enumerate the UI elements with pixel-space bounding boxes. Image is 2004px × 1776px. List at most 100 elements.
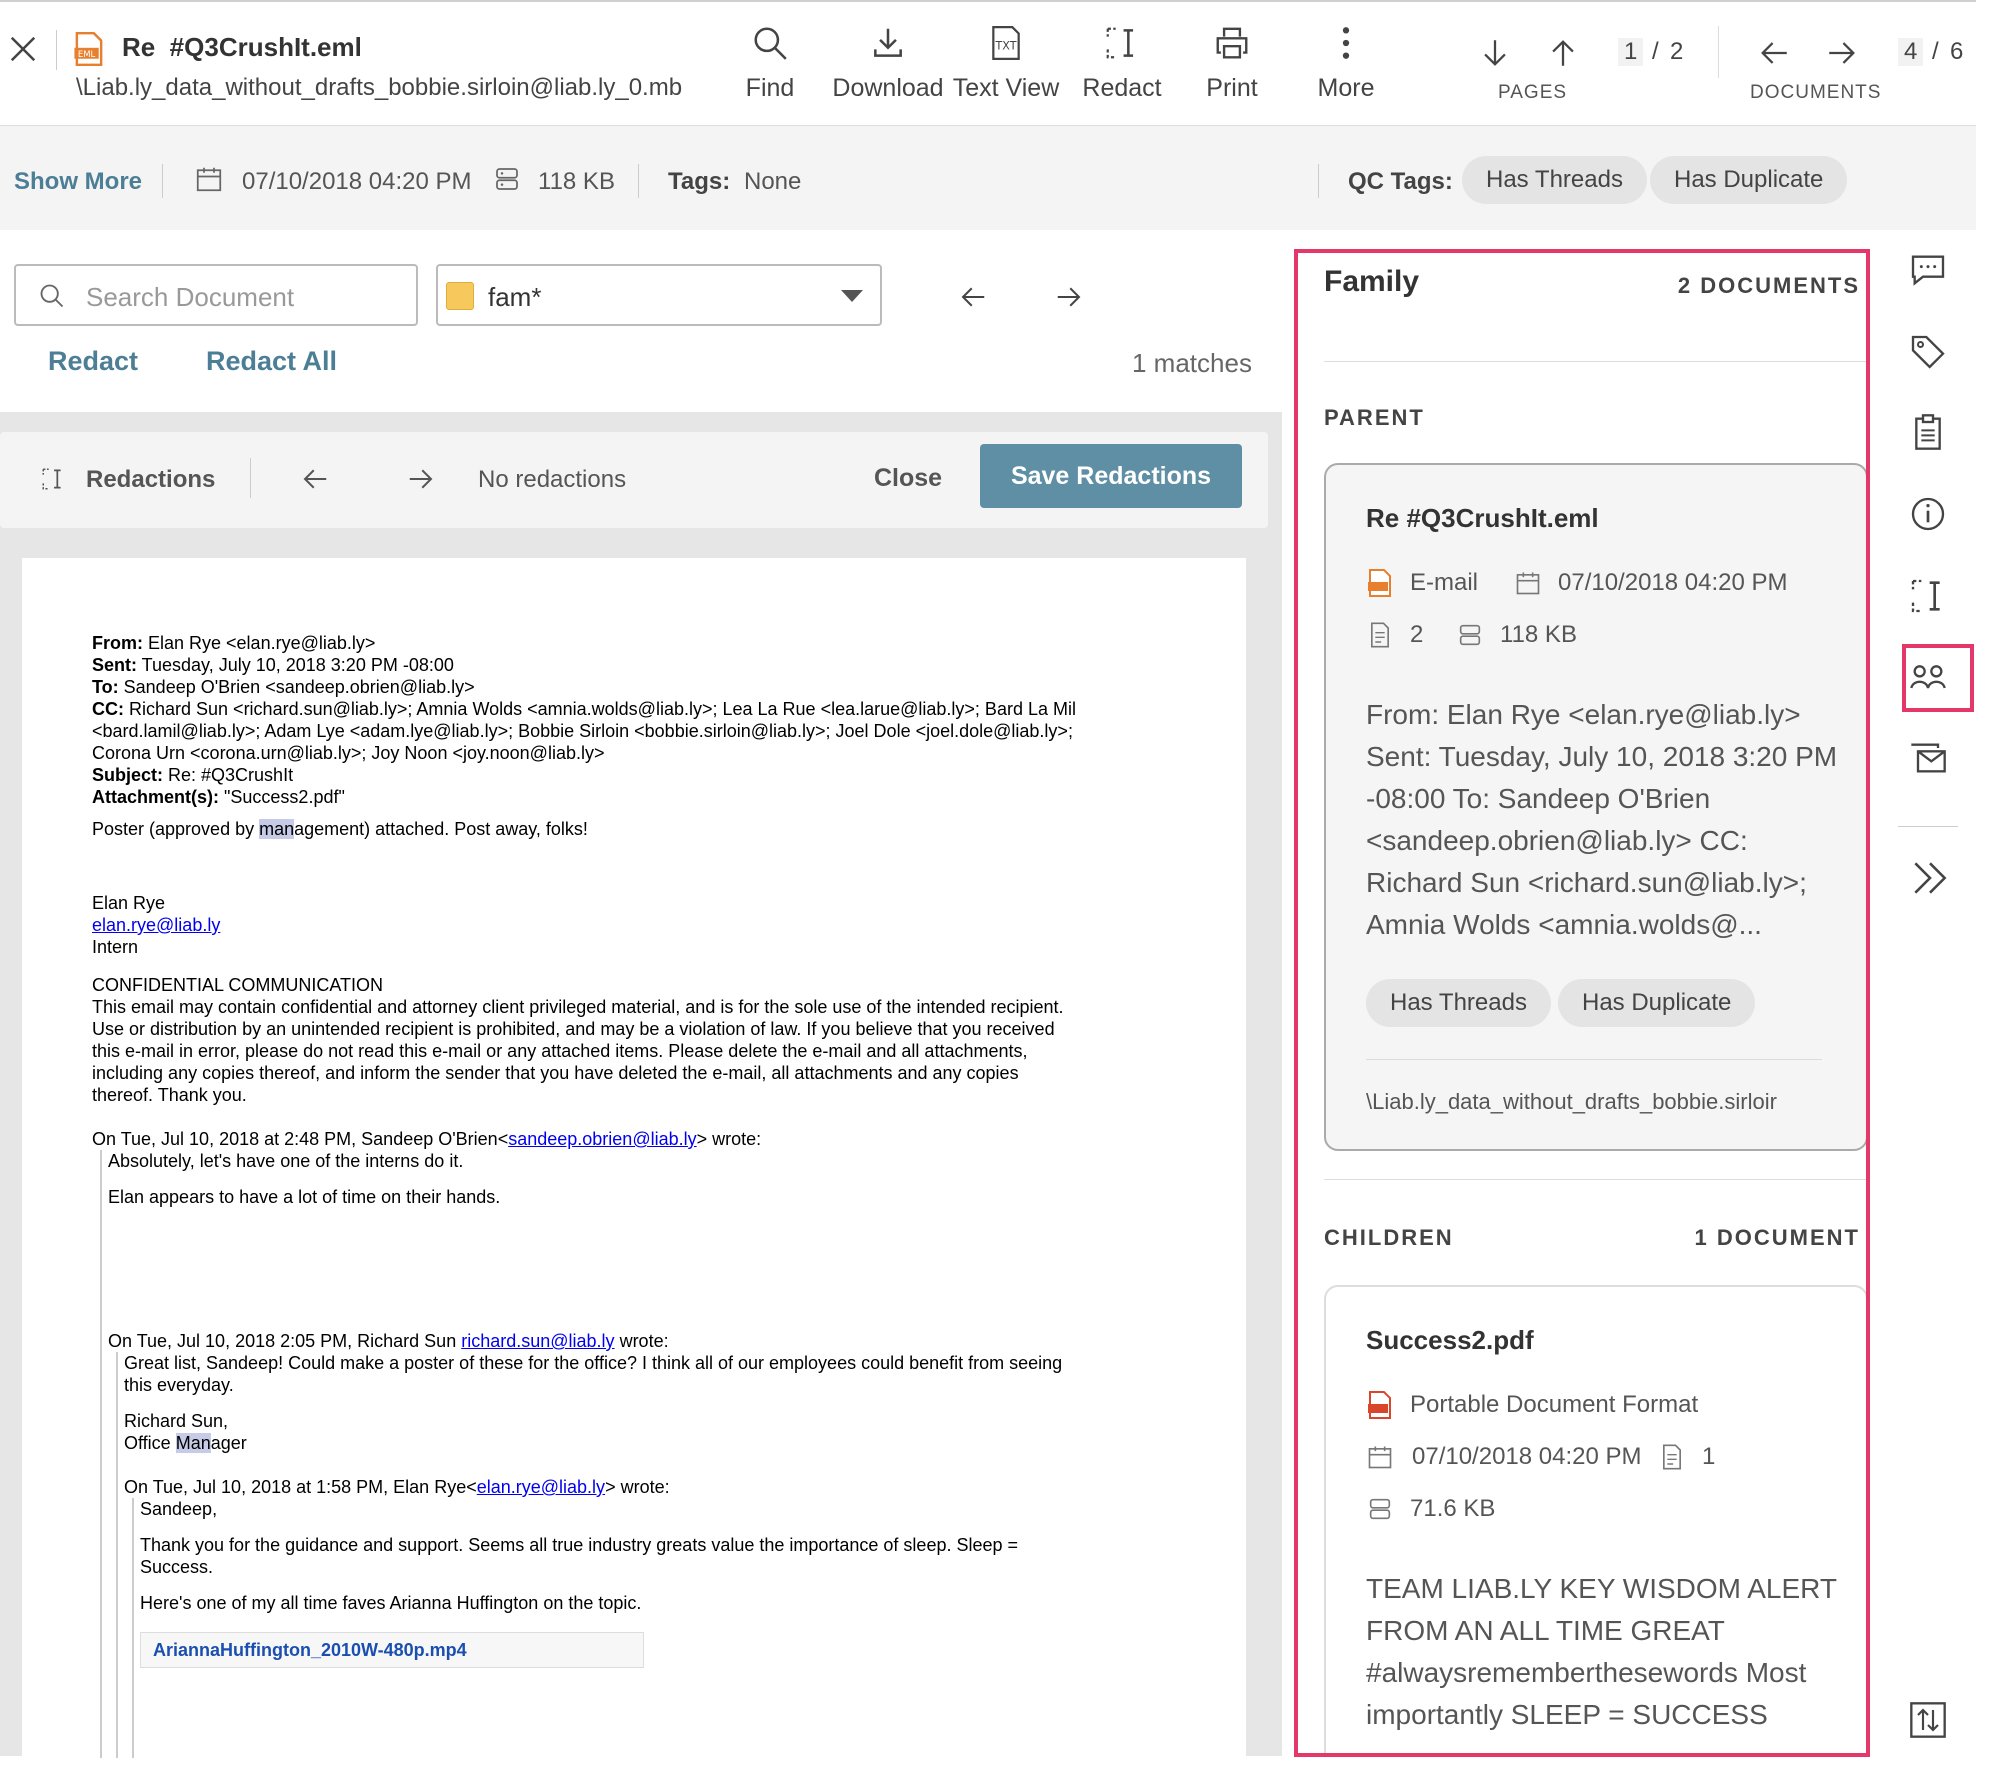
close-redactions-button[interactable]: Close	[874, 464, 942, 493]
search-document-input[interactable]: Search Document	[14, 264, 418, 326]
right-side-rail	[1880, 230, 1976, 1756]
parent-preview-line: -08:00 To: Sandeep O'Brien	[1366, 783, 1711, 814]
page-current[interactable]: 1	[1618, 38, 1644, 66]
search-icon	[751, 24, 789, 62]
subject-label: Subject:	[92, 765, 164, 785]
child-preview-line: importantly SLEEP = SUCCESS	[1366, 1699, 1768, 1730]
quote-line: Elan appears to have a lot of time on th…	[108, 1187, 501, 1207]
parent-preview-line: Amnia Wolds <amnia.wolds@...	[1366, 909, 1762, 940]
parent-document-date: 07/10/2018 04:20 PM	[1558, 569, 1788, 596]
signature-title: Intern	[92, 937, 139, 957]
print-label: Print	[1206, 74, 1258, 102]
info-icon[interactable]	[1908, 494, 1948, 534]
body-text: Poster (approved by	[92, 819, 260, 839]
qc-tag-has-duplicate[interactable]: Has Duplicate	[1650, 156, 1848, 204]
parent-preview-line: From: Elan Rye <elan.rye@liab.ly>	[1366, 699, 1801, 730]
parent-preview-line: <sandeep.obrien@liab.ly> CC:	[1366, 825, 1748, 856]
video-attachment[interactable]: AriannaHuffington_2010W-480p.mp4	[140, 1632, 644, 1668]
clipboard-icon[interactable]	[1908, 412, 1948, 452]
tag-icon[interactable]	[1908, 332, 1948, 372]
parent-document-card[interactable]: Re #Q3CrushIt.eml E-mail 07/10/2018 04:2…	[1324, 463, 1866, 1151]
save-redactions-button[interactable]: Save Redactions	[980, 444, 1242, 508]
parent-document-title[interactable]: Re #Q3CrushIt.eml	[1366, 503, 1599, 534]
parent-document-path: \Liab.ly_data_without_drafts_bobbie.sirl…	[1366, 1089, 1777, 1114]
redact-all-link[interactable]: Redact All	[206, 346, 337, 377]
quote-line: Sandeep,	[140, 1499, 218, 1519]
quote-line: Office Manager	[124, 1432, 247, 1454]
quote-email-link[interactable]: sandeep.obrien@liab.ly	[508, 1129, 696, 1149]
previous-match-arrow-icon[interactable]	[958, 282, 988, 312]
document-viewer-pane: Search Document fam* Redact Redact All 1…	[0, 230, 1282, 1758]
txt-icon: TXT	[987, 24, 1025, 62]
redact-icon[interactable]	[1908, 576, 1948, 616]
text-view-button[interactable]: TXT Text View	[950, 2, 1062, 122]
download-button[interactable]: Download	[832, 2, 944, 122]
family-icon[interactable]	[1908, 658, 1948, 698]
next-match-arrow-icon[interactable]	[1054, 282, 1084, 312]
arrow-left-icon[interactable]	[1756, 36, 1792, 70]
parent-document-size: 118 KB	[1500, 621, 1577, 648]
qc-tag-has-threads[interactable]: Has Threads	[1462, 156, 1647, 204]
child-document-title[interactable]: Success2.pdf	[1366, 1325, 1534, 1356]
search-term-select[interactable]: fam*	[436, 264, 882, 326]
family-panel: Family 2 DOCUMENTS PARENT Re #Q3CrushIt.…	[1294, 249, 1870, 1757]
comment-icon[interactable]	[1908, 250, 1948, 290]
sort-icon[interactable]	[1908, 1700, 1948, 1740]
document-date: 07/10/2018 04:20 PM	[242, 168, 472, 195]
redactions-label: Redactions	[86, 466, 216, 493]
previous-redaction-arrow-icon[interactable]	[300, 464, 330, 494]
sent-label: Sent:	[92, 655, 137, 675]
redact-link[interactable]: Redact	[48, 346, 138, 377]
quote-email-link[interactable]: richard.sun@liab.ly	[461, 1331, 614, 1351]
search-hit-highlight[interactable]: man	[259, 819, 295, 839]
search-placeholder: Search Document	[86, 282, 295, 312]
video-attachment-link[interactable]: AriannaHuffington_2010W-480p.mp4	[153, 1639, 467, 1661]
divider	[1366, 1059, 1822, 1060]
eml-file-icon	[1366, 569, 1394, 597]
redact-icon	[40, 466, 66, 492]
qc-tags-label: QC Tags:	[1348, 168, 1453, 195]
email-from-line: From: Elan Rye <elan.rye@liab.ly>	[92, 632, 375, 654]
calendar-icon	[1366, 1443, 1394, 1471]
arrow-up-icon[interactable]	[1546, 36, 1580, 70]
redact-button[interactable]: Redact	[1074, 2, 1170, 122]
quote-email-link[interactable]: elan.rye@liab.ly	[477, 1477, 605, 1497]
quote-header-text: wrote:	[614, 1331, 669, 1351]
redact-label: Redact	[1082, 74, 1162, 102]
document-size: 118 KB	[538, 168, 615, 195]
arrow-right-icon[interactable]	[1824, 36, 1860, 70]
quote-text: ager	[210, 1433, 247, 1453]
document-current[interactable]: 4	[1898, 38, 1924, 66]
top-toolbar: EML Re #Q3CrushIt.eml \Liab.ly_data_with…	[0, 0, 1976, 126]
match-count: 1 matches	[1132, 348, 1252, 378]
email-body-line: Poster (approved by management) attached…	[92, 818, 588, 840]
chevron-down-icon	[840, 288, 864, 304]
email-to-line: To: Sandeep O'Brien <sandeep.obrien@liab…	[92, 676, 475, 698]
eml-file-icon: EML	[74, 32, 104, 66]
file-name: Re #Q3CrushIt.eml	[122, 32, 362, 62]
quote-text: Office	[124, 1433, 176, 1453]
document-canvas: Redactions No redactions Close Save Reda…	[0, 412, 1282, 1758]
parent-tag-has-duplicate[interactable]: Has Duplicate	[1558, 979, 1756, 1027]
quote-header-text: On Tue, Jul 10, 2018 at 2:48 PM, Sandeep…	[92, 1129, 509, 1149]
double-chevron-icon[interactable]	[1908, 856, 1952, 900]
more-button[interactable]: More	[1304, 2, 1388, 122]
quote-line: Here's one of my all time faves Arianna …	[140, 1593, 642, 1613]
close-icon[interactable]	[8, 34, 38, 64]
find-button[interactable]: Find	[728, 2, 812, 122]
next-redaction-arrow-icon[interactable]	[406, 464, 436, 494]
search-hit-highlight[interactable]: Man	[175, 1433, 211, 1453]
show-more-link[interactable]: Show More	[14, 168, 142, 196]
quote-line: Richard Sun,	[124, 1411, 229, 1431]
signature-email-link[interactable]: elan.rye@liab.ly	[92, 914, 220, 936]
arrow-down-icon[interactable]	[1478, 36, 1512, 70]
parent-tag-has-threads[interactable]: Has Threads	[1366, 979, 1551, 1027]
quote-border	[100, 1150, 102, 1758]
print-button[interactable]: Print	[1190, 2, 1274, 122]
mail-icon[interactable]	[1908, 738, 1948, 778]
child-document-card[interactable]: Success2.pdf Portable Document Format 07…	[1324, 1285, 1866, 1753]
attachment-label: Attachment(s):	[92, 787, 220, 807]
subject-value: Re: #Q3CrushIt	[163, 765, 294, 785]
from-label: From:	[92, 633, 143, 653]
child-document-date: 07/10/2018 04:20 PM	[1412, 1443, 1642, 1470]
